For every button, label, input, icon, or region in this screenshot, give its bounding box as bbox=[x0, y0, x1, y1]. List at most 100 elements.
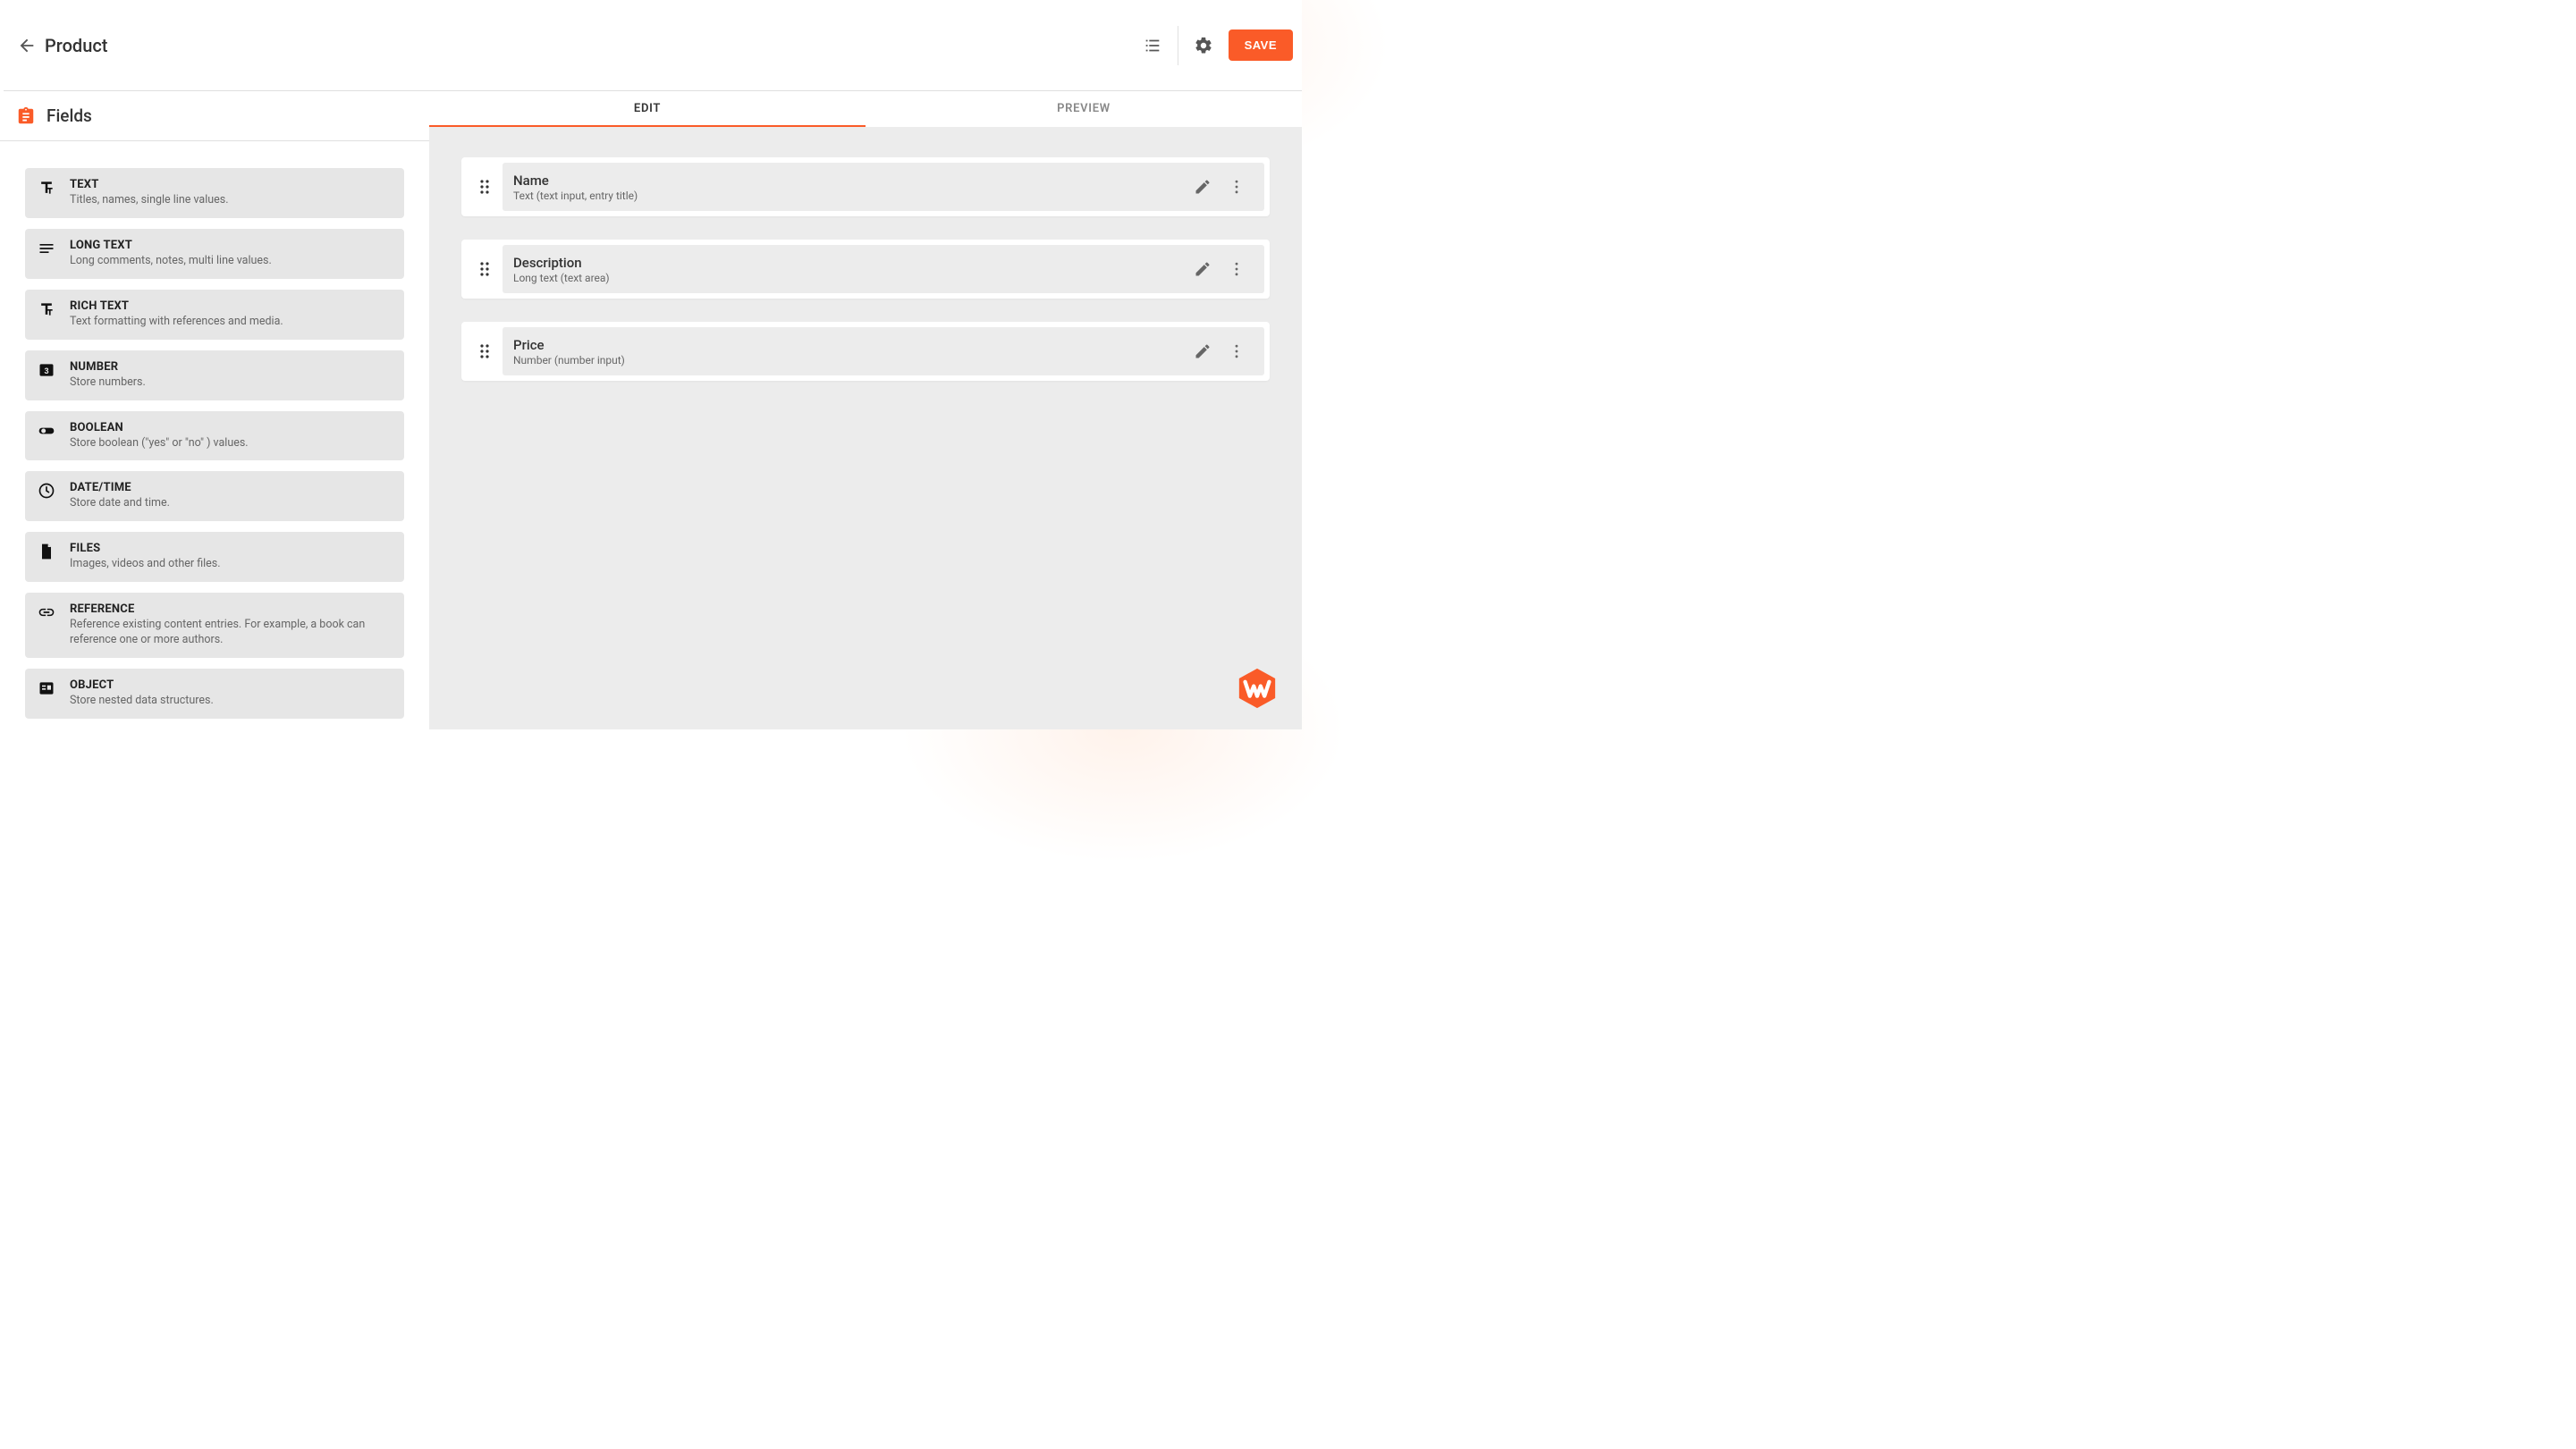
field-type-text: REFERENCE Reference existing content entr… bbox=[70, 602, 392, 648]
field-type-desc: Store boolean ("yes" or "no" ) values. bbox=[70, 436, 392, 451]
pencil-icon bbox=[1194, 178, 1212, 196]
field-body: NameText (text input, entry title) bbox=[503, 163, 1264, 211]
text-icon bbox=[38, 300, 55, 318]
edit-field-button[interactable] bbox=[1186, 170, 1220, 204]
drag-icon bbox=[478, 343, 491, 359]
field-type-desc: Titles, names, single line values. bbox=[70, 193, 392, 208]
field-type-text: OBJECT Store nested data structures. bbox=[70, 678, 392, 709]
field-name: Description bbox=[513, 255, 1186, 271]
drag-handle[interactable] bbox=[467, 163, 503, 211]
field-card: PriceNumber (number input) bbox=[461, 322, 1270, 381]
field-type-title: DATE/TIME bbox=[70, 481, 392, 494]
tab-preview[interactable]: PREVIEW bbox=[866, 91, 1302, 127]
field-type-title: RICH TEXT bbox=[70, 299, 392, 313]
field-type-title: BOOLEAN bbox=[70, 421, 392, 434]
field-body: DescriptionLong text (text area) bbox=[503, 245, 1264, 293]
pencil-icon bbox=[1194, 260, 1212, 278]
clipboard-icon bbox=[16, 106, 36, 126]
field-type-text: BOOLEAN Store boolean ("yes" or "no" ) va… bbox=[70, 421, 392, 451]
number-icon: 3 bbox=[38, 361, 55, 379]
drag-icon bbox=[478, 261, 491, 277]
field-type-long-text[interactable]: LONG TEXT Long comments, notes, multi lin… bbox=[25, 229, 404, 279]
field-name: Name bbox=[513, 173, 1186, 189]
field-body: PriceNumber (number input) bbox=[503, 327, 1264, 375]
field-type-desc: Text formatting with references and medi… bbox=[70, 315, 392, 330]
drag-handle[interactable] bbox=[467, 245, 503, 293]
field-type-title: FILES bbox=[70, 542, 392, 555]
view-list-icon bbox=[1143, 36, 1162, 55]
pencil-icon bbox=[1194, 342, 1212, 360]
sidebar: Fields TEXT Titles, names, single line va… bbox=[0, 91, 429, 729]
field-more-button[interactable] bbox=[1220, 170, 1254, 204]
field-type-text: NUMBERStore numbers. bbox=[70, 360, 392, 391]
main-content: Fields TEXT Titles, names, single line va… bbox=[0, 91, 1302, 729]
field-type-desc: Images, videos and other files. bbox=[70, 557, 392, 572]
edit-field-button[interactable] bbox=[1186, 252, 1220, 286]
gear-icon bbox=[1194, 36, 1213, 55]
field-sub: Long text (text area) bbox=[513, 272, 1186, 284]
sidebar-header: Fields bbox=[0, 91, 429, 141]
field-name: Price bbox=[513, 337, 1186, 353]
content-area: EDIT PREVIEW NameText (text input, entry… bbox=[429, 91, 1302, 729]
field-type-text: TEXT Titles, names, single line values. bbox=[70, 178, 392, 208]
longtext-icon bbox=[38, 240, 55, 257]
more-vert-icon bbox=[1228, 178, 1246, 196]
field-type-list: TEXT Titles, names, single line values. LO… bbox=[0, 141, 429, 737]
fields-canvas: NameText (text input, entry title) Descri… bbox=[429, 127, 1302, 729]
field-type-title: TEXT bbox=[70, 178, 392, 191]
text-icon bbox=[38, 179, 55, 197]
field-type-text: LONG TEXT Long comments, notes, multi lin… bbox=[70, 239, 392, 269]
field-type-reference[interactable]: REFERENCE Reference existing content entr… bbox=[25, 593, 404, 658]
edit-field-button[interactable] bbox=[1186, 334, 1220, 368]
settings-button[interactable] bbox=[1184, 26, 1223, 65]
field-type-text: RICH TEXT Text formatting with references… bbox=[70, 299, 392, 330]
field-type-title: LONG TEXT bbox=[70, 239, 392, 252]
field-type-desc: Reference existing content entries. For … bbox=[70, 618, 392, 648]
field-type-files[interactable]: FILES Images, videos and other files. bbox=[25, 532, 404, 582]
field-type-title: REFERENCE bbox=[70, 602, 392, 616]
save-button[interactable]: SAVE bbox=[1229, 29, 1293, 61]
list-view-button[interactable] bbox=[1133, 26, 1172, 65]
field-sub: Number (number input) bbox=[513, 354, 1186, 366]
svg-text:3: 3 bbox=[44, 366, 48, 375]
field-card: NameText (text input, entry title) bbox=[461, 157, 1270, 216]
field-body-text: NameText (text input, entry title) bbox=[513, 173, 1186, 202]
field-type-object[interactable]: OBJECT Store nested data structures. bbox=[25, 669, 404, 719]
field-type-text: DATE/TIME Store date and time. bbox=[70, 481, 392, 511]
field-type-desc: Long comments, notes, multi line values. bbox=[70, 254, 392, 269]
field-type-date-time[interactable]: DATE/TIME Store date and time. bbox=[25, 471, 404, 521]
field-more-button[interactable] bbox=[1220, 334, 1254, 368]
field-body-text: DescriptionLong text (text area) bbox=[513, 255, 1186, 284]
field-type-number[interactable]: 3 NUMBERStore numbers. bbox=[25, 350, 404, 400]
file-icon bbox=[38, 543, 55, 560]
brand-badge bbox=[1236, 667, 1279, 710]
tabs: EDIT PREVIEW bbox=[429, 91, 1302, 127]
field-type-title: OBJECT bbox=[70, 678, 392, 692]
arrow-left-icon bbox=[17, 36, 37, 55]
back-button[interactable] bbox=[11, 29, 43, 62]
field-type-title: NUMBER bbox=[70, 360, 392, 374]
field-body-text: PriceNumber (number input) bbox=[513, 337, 1186, 366]
field-sub: Text (text input, entry title) bbox=[513, 190, 1186, 202]
tab-edit[interactable]: EDIT bbox=[429, 91, 866, 127]
field-card: DescriptionLong text (text area) bbox=[461, 240, 1270, 299]
field-type-rich-text[interactable]: RICH TEXT Text formatting with references… bbox=[25, 290, 404, 340]
topbar: Product SAVE bbox=[4, 0, 1302, 91]
drag-icon bbox=[478, 179, 491, 195]
field-more-button[interactable] bbox=[1220, 252, 1254, 286]
field-type-text[interactable]: TEXT Titles, names, single line values. bbox=[25, 168, 404, 218]
field-type-desc: Store date and time. bbox=[70, 496, 392, 511]
drag-handle[interactable] bbox=[467, 327, 503, 375]
field-type-boolean[interactable]: BOOLEAN Store boolean ("yes" or "no" ) va… bbox=[25, 411, 404, 461]
more-vert-icon bbox=[1228, 342, 1246, 360]
link-icon bbox=[38, 603, 55, 621]
toggle-icon bbox=[38, 422, 55, 440]
clock-icon bbox=[38, 482, 55, 500]
sidebar-title: Fields bbox=[46, 105, 92, 126]
page-title: Product bbox=[45, 35, 107, 56]
object-icon bbox=[38, 679, 55, 697]
field-type-desc: Store nested data structures. bbox=[70, 694, 392, 709]
more-vert-icon bbox=[1228, 260, 1246, 278]
logo-icon bbox=[1236, 667, 1279, 710]
field-type-text: FILES Images, videos and other files. bbox=[70, 542, 392, 572]
